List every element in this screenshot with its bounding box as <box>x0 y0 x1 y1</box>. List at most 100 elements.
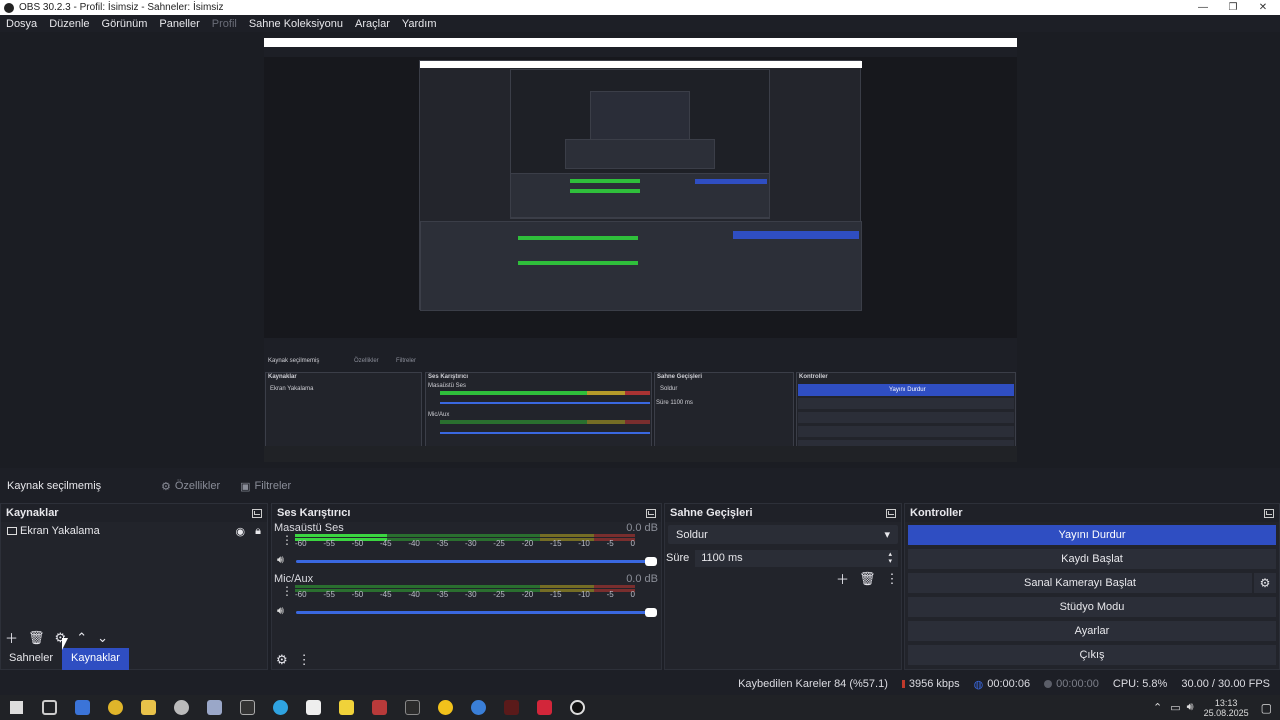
duration-value: 1100 ms <box>701 552 743 564</box>
scale-tick: -35 <box>436 539 449 548</box>
app-23-icon[interactable] <box>396 695 429 720</box>
scale-tick: -25 <box>493 590 505 599</box>
scale-tick: -50 <box>351 539 364 548</box>
app-icon[interactable] <box>66 695 99 720</box>
scale-tick: -45 <box>379 539 392 548</box>
undock-icon[interactable] <box>252 508 262 518</box>
speaker-icon[interactable]: 🔊︎ <box>277 554 284 567</box>
settings-button[interactable]: Ayarlar <box>908 621 1276 641</box>
stream-time: ◍ 00:00:06 <box>974 678 1030 691</box>
chevron-down-icon[interactable]: ⌄ <box>97 630 108 646</box>
scale-tick: -55 <box>323 590 335 599</box>
app-icon[interactable] <box>165 695 198 720</box>
duration-field: Süre 1100 ms ▴ ▾ <box>666 549 898 567</box>
network-icon[interactable]: ▭ <box>1170 701 1180 714</box>
add-icon[interactable]: ＋ <box>836 569 849 588</box>
windows-start-icon[interactable] <box>0 695 33 720</box>
notification-icon[interactable]: ▢ <box>1261 701 1272 715</box>
lock-icon[interactable]: 🔒︎ <box>255 525 261 538</box>
calculator-icon[interactable] <box>198 695 231 720</box>
gear-icon[interactable]: ⚙ <box>1254 573 1276 593</box>
minimize-icon[interactable]: — <box>1188 0 1218 15</box>
start-record-button[interactable]: Kaydı Başlat <box>908 549 1276 569</box>
task-view-icon[interactable] <box>33 695 66 720</box>
start-virtual-camera-button[interactable]: Sanal Kamerayı Başlat <box>908 573 1252 593</box>
menu-file[interactable]: Dosya <box>6 18 37 30</box>
fps: 30.00 / 30.00 FPS <box>1181 678 1270 690</box>
undock-icon[interactable] <box>1264 508 1274 518</box>
app-icon[interactable] <box>297 695 330 720</box>
tab-scenes[interactable]: Sahneler <box>0 648 62 670</box>
studio-mode-button[interactable]: Stüdyo Modu <box>908 597 1276 617</box>
record-time: 00:00:00 <box>1044 678 1099 690</box>
tab-sources[interactable]: Kaynaklar <box>62 648 129 670</box>
duck-icon[interactable] <box>429 695 462 720</box>
file-explorer-icon[interactable] <box>132 695 165 720</box>
transition-select[interactable]: Soldur ▾ <box>668 525 898 544</box>
speaker-icon[interactable]: 🔊︎ <box>277 605 284 618</box>
app-icon[interactable] <box>528 695 561 720</box>
menu-profile[interactable]: Profil <box>212 18 237 30</box>
menu-scene-collection[interactable]: Sahne Koleksiyonu <box>249 18 343 30</box>
obs-icon[interactable] <box>561 695 594 720</box>
volume-slider[interactable] <box>296 557 657 566</box>
transition-value: Soldur <box>676 528 708 541</box>
record-icon <box>1044 680 1053 688</box>
chrome-icon[interactable] <box>99 695 132 720</box>
speaker-icon[interactable]: 🔊︎ <box>1187 701 1194 714</box>
menu-docks[interactable]: Paneller <box>159 18 199 30</box>
trash-icon[interactable]: 🗑︎ <box>28 630 45 646</box>
notes-icon[interactable] <box>330 695 363 720</box>
scale-tick: -45 <box>379 590 392 599</box>
filters-button[interactable]: ▣ Filtreler <box>234 477 297 496</box>
stop-stream-button[interactable]: Yayını Durdur <box>908 525 1276 545</box>
scale-tick: -5 <box>606 539 614 548</box>
spinner-icon[interactable]: ▴ ▾ <box>888 551 892 565</box>
clock-time: 13:13 <box>1214 697 1238 708</box>
properties-button[interactable]: ⚙ Özellikler <box>155 477 226 496</box>
menu-view[interactable]: Görünüm <box>102 18 148 30</box>
preview-capture: Kaynak seçilmemiş Özellikler Filtreler K… <box>264 38 1017 462</box>
menu-help[interactable]: Yardım <box>402 18 437 30</box>
kebab-icon[interactable]: ⋮ <box>281 585 293 597</box>
chevron-up-icon[interactable]: ⌃ <box>1153 701 1162 714</box>
volume-slider[interactable] <box>296 608 657 617</box>
undock-icon[interactable] <box>646 508 656 518</box>
app-icon[interactable] <box>495 695 528 720</box>
eye-icon[interactable]: ◉ <box>236 525 246 538</box>
scale-tick: -10 <box>578 539 590 548</box>
close-icon[interactable]: ✕ <box>1248 0 1278 15</box>
source-item[interactable]: Ekran Yakalama ◉ 🔒︎ <box>1 522 267 540</box>
app-icon[interactable] <box>363 695 396 720</box>
kebab-icon[interactable]: ⋮ <box>281 534 293 546</box>
maximize-icon[interactable]: ❐ <box>1218 0 1248 15</box>
channel-db: 0.0 dB <box>626 573 658 585</box>
duration-input[interactable]: 1100 ms ▴ ▾ <box>695 549 898 567</box>
windows-taskbar: ⌃ ▭ 🔊︎ 13:13 25.08.2025 ▢ <box>0 695 1280 720</box>
filters-label: Filtreler <box>254 480 292 492</box>
bottom-tabs: Sahneler Kaynaklar <box>0 648 129 670</box>
window-title: OBS 30.2.3 - Profil: İsimsiz - Sahneler:… <box>19 2 224 13</box>
system-tray: ⌃ ▭ 🔊︎ 13:13 25.08.2025 ▢ <box>1153 695 1280 720</box>
chevron-up-icon[interactable]: ⌃ <box>76 630 87 646</box>
kebab-icon[interactable]: ⋮ <box>298 652 311 668</box>
obs-logo-icon <box>4 2 14 13</box>
undock-icon[interactable] <box>886 508 896 518</box>
telegram-icon[interactable] <box>264 695 297 720</box>
trash-icon[interactable]: 🗑︎ <box>859 571 876 587</box>
advanced-audio-icon[interactable]: ⚙ <box>276 652 288 668</box>
scale-tick: -60 <box>295 590 307 599</box>
globe-icon[interactable] <box>462 695 495 720</box>
kebab-icon[interactable]: ⋮ <box>886 571 899 587</box>
scale-tick: -15 <box>549 590 562 599</box>
clock[interactable]: 13:13 25.08.2025 <box>1204 698 1249 718</box>
record-time-value: 00:00:00 <box>1056 678 1099 690</box>
meter-scale: -60 -55 -50 -45 -40 -35 -30 -25 -20 -15 -10 -5 0 <box>295 590 635 599</box>
menu-tools[interactable]: Araçlar <box>355 18 390 30</box>
exit-button[interactable]: Çıkış <box>908 645 1276 665</box>
scale-tick: -40 <box>408 539 420 548</box>
add-icon[interactable]: ＋ <box>5 628 18 647</box>
epic-games-icon[interactable] <box>231 695 264 720</box>
transitions-toolbar: ＋ 🗑︎ ⋮ <box>836 569 899 588</box>
menu-edit[interactable]: Düzenle <box>49 18 89 30</box>
